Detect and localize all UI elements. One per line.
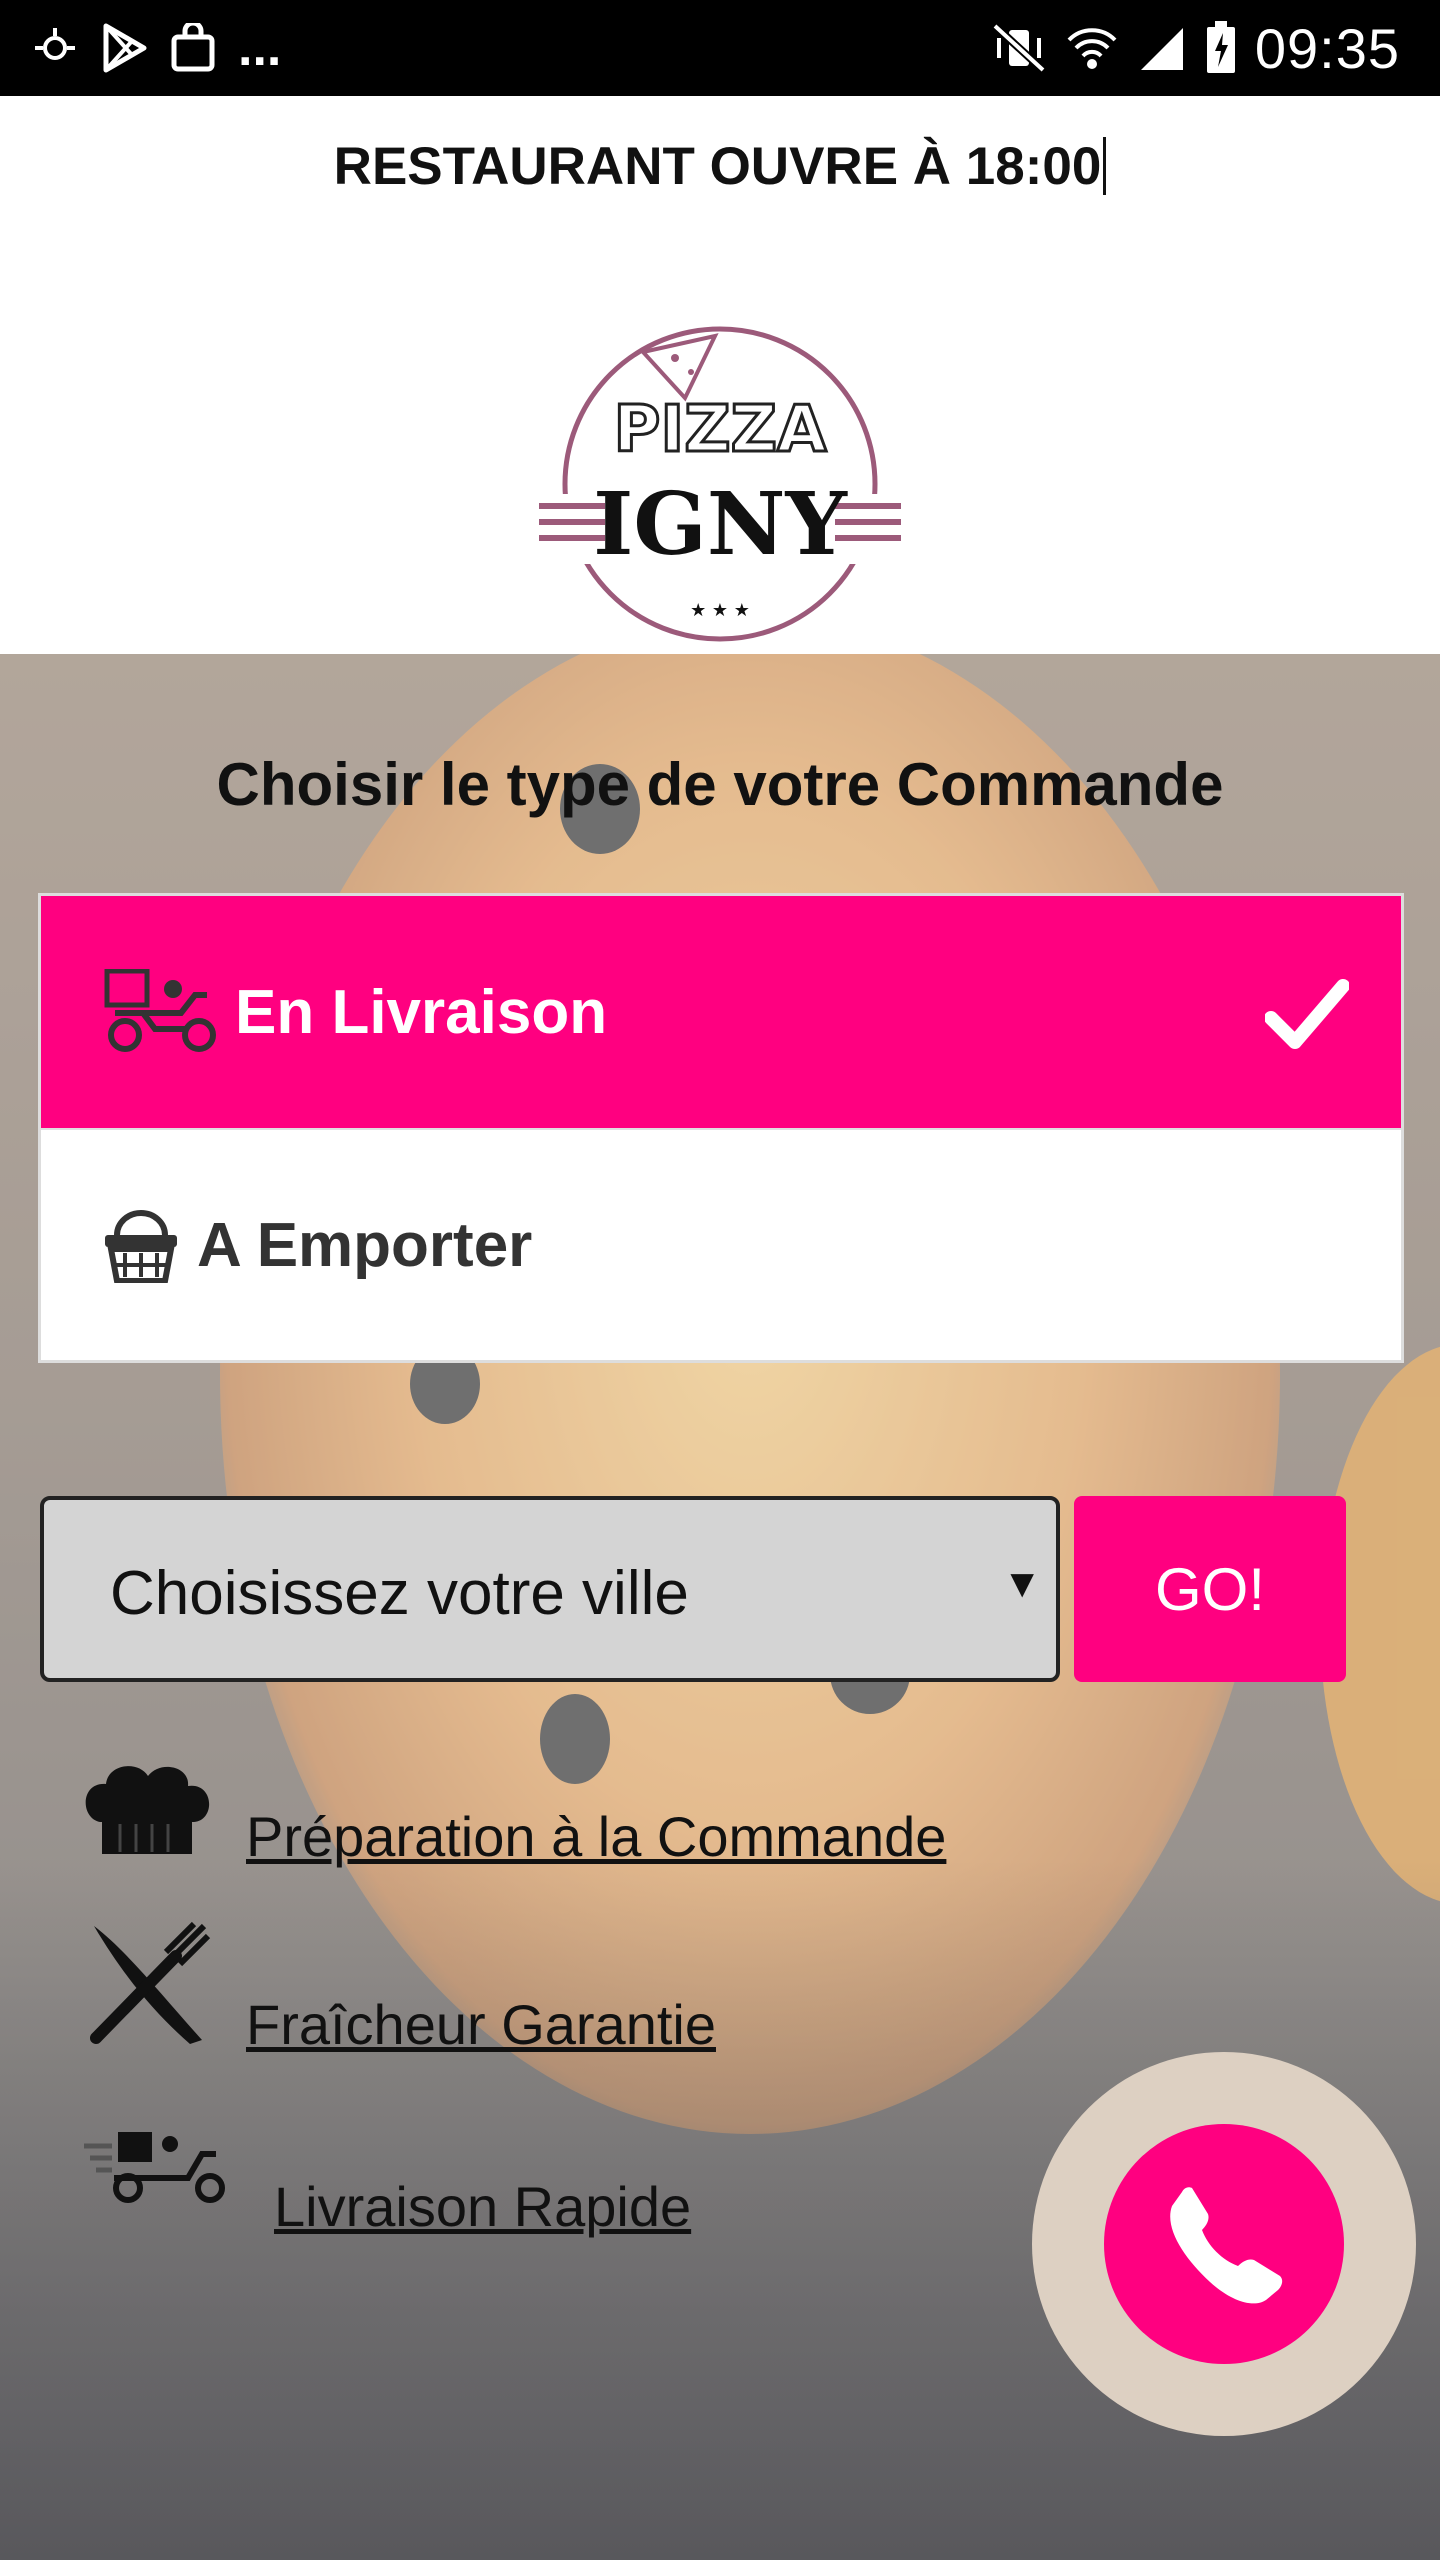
option-takeaway[interactable]: A Emporter xyxy=(41,1128,1401,1360)
city-select[interactable]: Choisissez votre ville ▼ xyxy=(40,1496,1060,1682)
status-overflow: ... xyxy=(238,19,282,77)
option-delivery-label: En Livraison xyxy=(235,977,608,1047)
sync-icon xyxy=(35,28,75,60)
call-button[interactable] xyxy=(1104,2124,1344,2364)
chef-hat-icon xyxy=(85,1766,210,1854)
check-icon xyxy=(1265,979,1349,1049)
dropdown-arrow-icon: ▼ xyxy=(1002,1562,1042,1606)
logo-stars: ★ ★ ★ xyxy=(690,600,750,621)
feature-preparation-link[interactable]: Préparation à la Commande xyxy=(246,1804,946,1869)
phone-icon xyxy=(1170,2187,1283,2304)
wifi-icon xyxy=(1067,28,1117,69)
fast-delivery-icon xyxy=(84,2132,225,2203)
logo-word-pizza: PIZZA xyxy=(613,393,827,467)
signal-icon xyxy=(1140,28,1183,70)
call-button-halo xyxy=(1032,2052,1416,2436)
feature-fast-delivery-link[interactable]: Livraison Rapide xyxy=(274,2174,691,2239)
basket-icon xyxy=(105,1210,177,1283)
play-store-icon xyxy=(103,23,147,73)
logo-word-igny: IGNY xyxy=(593,474,848,575)
opening-notice-text: RESTAURANT OUVRE À 18:00 xyxy=(333,136,1102,196)
order-type-title: Choisir le type de votre Commande xyxy=(216,751,1224,818)
go-button[interactable]: GO! xyxy=(1074,1496,1346,1682)
feature-freshness-link[interactable]: Fraîcheur Garantie xyxy=(246,1992,716,2057)
order-type-options: En Livraison A Emporter xyxy=(38,893,1404,1363)
pizza-igny-logo: PIZZA IGNY ★ ★ ★ xyxy=(535,326,905,642)
option-delivery[interactable]: En Livraison xyxy=(41,896,1401,1128)
logo-area: PIZZA IGNY ★ ★ ★ xyxy=(0,236,1440,656)
status-bar: ... 09:35 xyxy=(0,0,1440,96)
delivery-scooter-icon xyxy=(104,969,216,1052)
shopping-bag-icon xyxy=(171,23,215,72)
vibrate-mute-icon xyxy=(992,23,1046,73)
status-left-icons: ... xyxy=(30,18,281,78)
option-takeaway-label: A Emporter xyxy=(197,1210,533,1280)
status-time: 09:35 xyxy=(1254,16,1400,80)
knife-fork-icon xyxy=(90,1921,211,2044)
status-right-icons: 09:35 xyxy=(991,16,1400,80)
city-select-value: Choisissez votre ville xyxy=(110,1559,689,1628)
opening-notice: RESTAURANT OUVRE À 18:00 xyxy=(0,96,1440,236)
battery-charging-icon xyxy=(1206,21,1235,73)
text-caret xyxy=(1103,137,1107,195)
